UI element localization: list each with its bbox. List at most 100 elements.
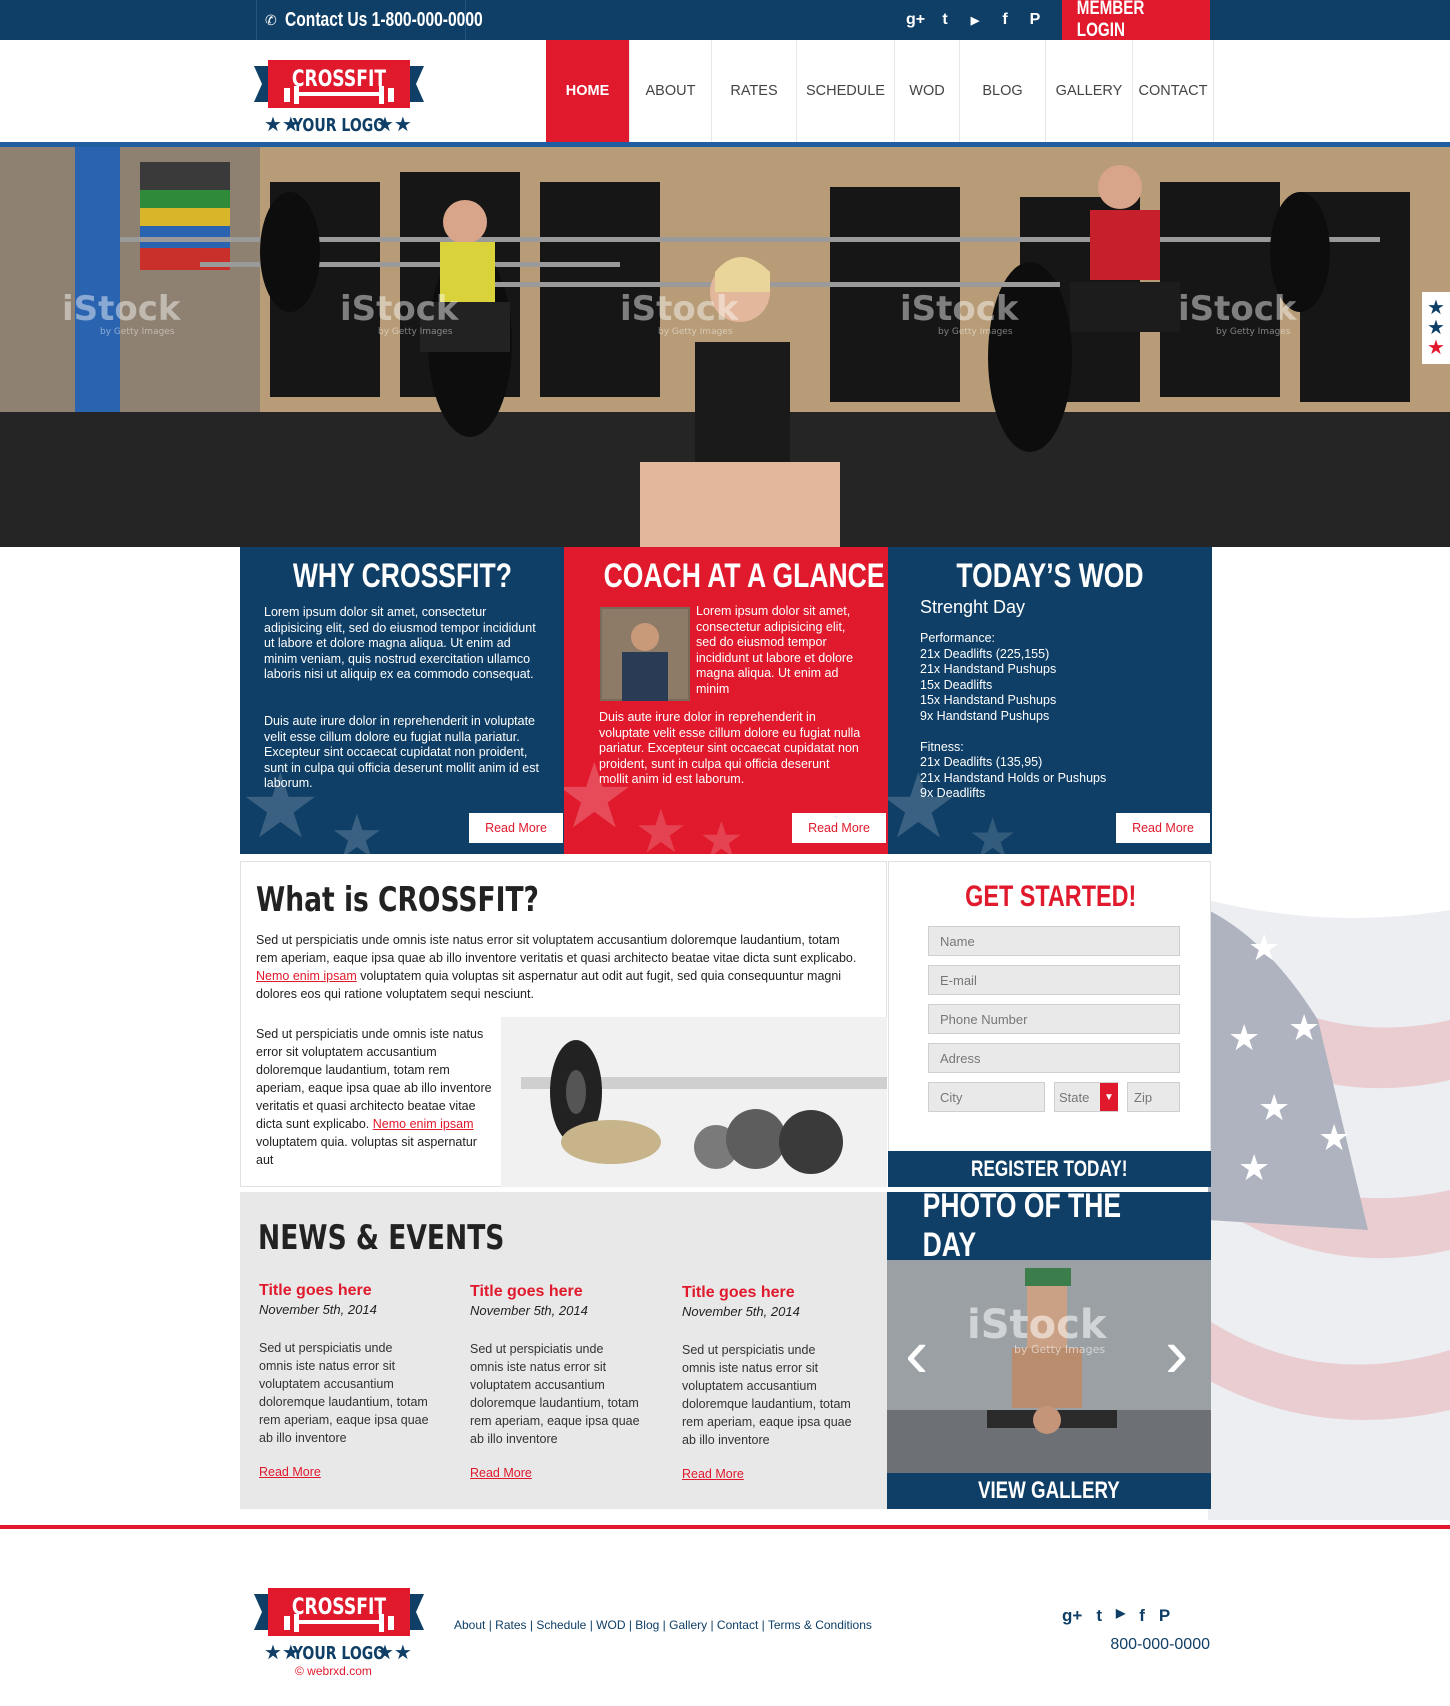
nav-schedule[interactable]: SCHEDULE (796, 40, 894, 142)
news-item-body: Sed ut perspiciatis unde omnis iste natu… (682, 1343, 852, 1447)
news-item: Title goes here November 5th, 2014 Sed u… (259, 1282, 429, 1479)
footer-link-gallery[interactable]: Gallery (669, 1618, 707, 1632)
svg-text:iStock: iStock (900, 289, 1020, 329)
logo-top-text: CROSSFIT (292, 66, 387, 92)
why-text-2: Duis aute irure dolor in reprehenderit i… (264, 714, 539, 790)
footer-copyright: © webrxd.com (295, 1664, 372, 1678)
top-bar (0, 0, 1450, 40)
next-arrow-icon[interactable]: › (1165, 1318, 1188, 1388)
email-field[interactable]: E-mail (928, 965, 1180, 995)
flag-background: ★★ ★ ★★★ (1208, 900, 1450, 1520)
coach-read-more-button[interactable]: Read More (792, 813, 886, 843)
register-button[interactable]: REGISTER TODAY! (888, 1151, 1211, 1187)
svg-text:iStock: iStock (620, 289, 740, 329)
svg-text:iStock: iStock (340, 289, 460, 329)
pinterest-icon[interactable]: P (1159, 1606, 1170, 1626)
facebook-icon[interactable]: f (996, 11, 1014, 29)
name-field[interactable]: Name (928, 926, 1180, 956)
contact-label: Contact Us 1-800-000-0000 (284, 8, 483, 31)
svg-text:CROSSFIT: CROSSFIT (292, 1594, 387, 1620)
chevron-down-icon[interactable]: ▼ (1100, 1083, 1118, 1111)
wod-subtitle: Strenght Day (920, 597, 1026, 617)
news-item: Title goes here November 5th, 2014 Sed u… (470, 1283, 640, 1480)
youtube-icon[interactable]: ▶ (966, 14, 984, 27)
google-plus-icon[interactable]: g+ (906, 11, 925, 29)
svg-text:★: ★ (1228, 1018, 1260, 1059)
coach-photo (600, 607, 690, 701)
news-read-more-link[interactable]: Read More (682, 1467, 852, 1481)
nav-contact[interactable]: CONTACT (1132, 40, 1214, 142)
svg-text:★: ★ (968, 806, 1017, 854)
nav-blog[interactable]: BLOG (959, 40, 1045, 142)
wod-read-more-button[interactable]: Read More (1116, 813, 1210, 843)
news-item-body: Sed ut perspiciatis unde omnis iste natu… (259, 1341, 429, 1445)
footer-social-links: g+ t ▶ f P (1062, 1606, 1170, 1626)
why-read-more-button[interactable]: Read More (469, 813, 563, 843)
svg-text:★: ★ (634, 797, 688, 854)
footer-link-blog[interactable]: Blog (635, 1618, 659, 1632)
main-nav: HOME ABOUT RATES SCHEDULE WOD BLOG GALLE… (546, 40, 1214, 142)
hero-top-stripe (0, 142, 1450, 147)
svg-text:★: ★ (330, 802, 384, 854)
photo-of-the-day-title: PHOTO OF THE DAY (887, 1187, 1211, 1264)
phone-field[interactable]: Phone Number (928, 1004, 1180, 1034)
phone-icon: ✆ (265, 11, 277, 28)
nav-rates[interactable]: RATES (711, 40, 796, 142)
footer-link-rates[interactable]: Rates (495, 1618, 526, 1632)
youtube-icon[interactable]: ▶ (1116, 1606, 1125, 1626)
nav-about[interactable]: ABOUT (629, 40, 711, 142)
twitter-icon[interactable]: t (1096, 1606, 1102, 1626)
news-item-title[interactable]: Title goes here (259, 1282, 429, 1300)
get-started-form: GET STARTED! Name E-mail Phone Number Ad… (888, 861, 1211, 1187)
star-icon: ★ (1427, 297, 1445, 319)
todays-wod-box: ★ ★ TODAY’S WOD Strenght Day Performance… (888, 547, 1212, 854)
nav-gallery[interactable]: GALLERY (1045, 40, 1132, 142)
wod-list: Performance: 21x Deadlifts (225,155) 21x… (920, 631, 1107, 800)
footer-link-terms[interactable]: Terms & Conditions (768, 1618, 872, 1632)
svg-text:iStock: iStock (967, 1302, 1108, 1348)
svg-text:by Getty Images: by Getty Images (100, 327, 175, 337)
zip-field[interactable]: Zip (1127, 1082, 1180, 1112)
nemo-link[interactable]: Nemo enim ipsam (256, 969, 357, 983)
what-paragraph-2: Sed ut perspiciatis unde omnis iste natu… (256, 1027, 492, 1167)
svg-text:YOUR LOGO: YOUR LOGO (292, 1642, 385, 1663)
side-stars-tab[interactable]: ★ ★ ★ (1422, 292, 1450, 364)
google-plus-icon[interactable]: g+ (1062, 1606, 1082, 1626)
prev-arrow-icon[interactable]: ‹ (905, 1318, 928, 1388)
form-title: GET STARTED! (964, 880, 1137, 913)
city-field[interactable]: City (928, 1082, 1045, 1112)
nav-wod[interactable]: WOD (894, 40, 959, 142)
news-read-more-link[interactable]: Read More (470, 1466, 640, 1480)
photo-of-the-day-image[interactable]: iStock by Getty Images ‹ › (887, 1260, 1211, 1473)
contact-us[interactable]: ✆ Contact Us 1-800-000-0000 (256, 0, 483, 40)
footer-divider (0, 1525, 1450, 1529)
twitter-icon[interactable]: t (936, 11, 954, 29)
footer-link-wod[interactable]: WOD (596, 1618, 625, 1632)
coach-box: ★ ★ ★ COACH AT A GLANCE Lorem ipsum dolo… (564, 547, 888, 854)
star-icon: ★ (1427, 337, 1445, 359)
equipment-image (501, 1017, 887, 1187)
footer-link-schedule[interactable]: Schedule (536, 1618, 586, 1632)
news-item-title[interactable]: Title goes here (682, 1284, 852, 1302)
news-item-body: Sed ut perspiciatis unde omnis iste natu… (470, 1342, 640, 1446)
view-gallery-button[interactable]: VIEW GALLERY (887, 1473, 1211, 1509)
svg-text:★: ★ (699, 811, 744, 854)
svg-text:★: ★ (1288, 1008, 1320, 1049)
address-field[interactable]: Adress (928, 1043, 1180, 1073)
footer-links: About | Rates | Schedule | WOD | Blog | … (454, 1618, 872, 1632)
wod-title: TODAY’S WOD (956, 557, 1144, 595)
svg-text:★: ★ (1248, 928, 1280, 969)
why-text-1: Lorem ipsum dolor sit amet, consectetur … (264, 605, 536, 681)
news-item-title[interactable]: Title goes here (470, 1283, 640, 1301)
footer-link-contact[interactable]: Contact (717, 1618, 758, 1632)
footer-link-about[interactable]: About (454, 1618, 485, 1632)
pinterest-icon[interactable]: P (1026, 11, 1044, 29)
nemo-link-2[interactable]: Nemo enim ipsam (373, 1117, 474, 1131)
footer-logo[interactable]: CROSSFIT ★★ ★★ YOUR LOGO (254, 1584, 424, 1674)
member-login-button[interactable]: MEMBER LOGIN (1062, 0, 1210, 41)
nav-home[interactable]: HOME (546, 40, 629, 142)
logo[interactable]: CROSSFIT ★★ ★★ YOUR LOGO (254, 56, 424, 146)
facebook-icon[interactable]: f (1139, 1606, 1145, 1626)
news-read-more-link[interactable]: Read More (259, 1465, 429, 1479)
svg-text:iStock: iStock (62, 289, 182, 329)
